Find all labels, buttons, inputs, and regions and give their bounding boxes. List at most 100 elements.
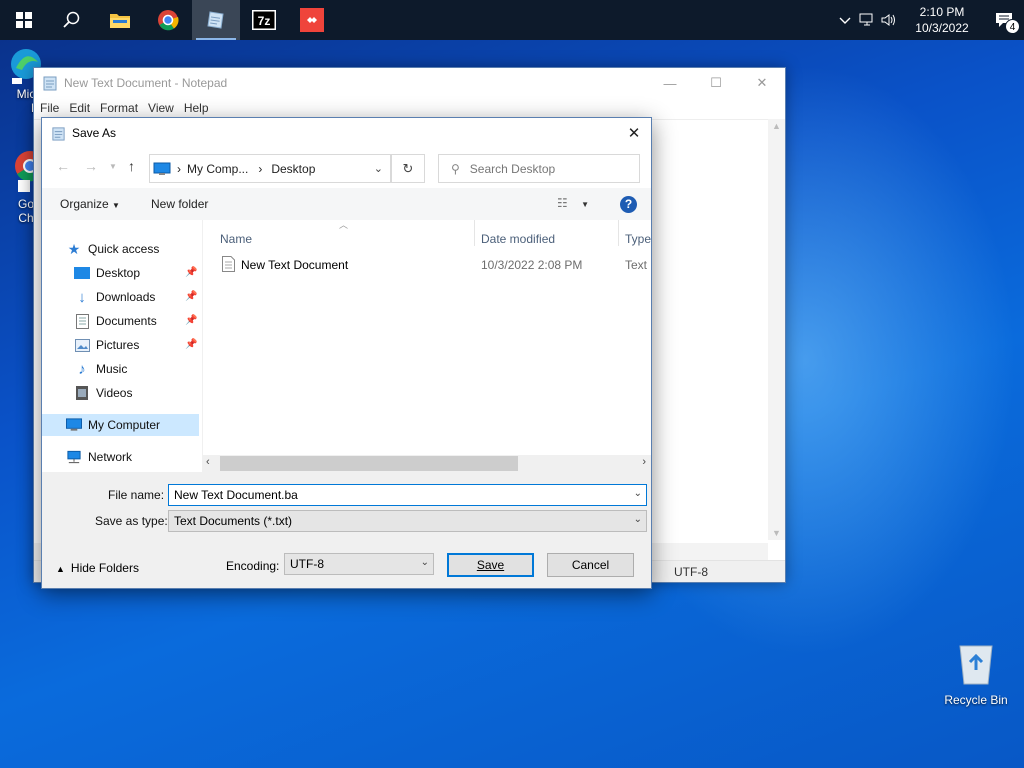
save-type-select[interactable]: Text Documents (*.txt) ⌄ [168, 510, 647, 532]
column-header-type[interactable]: Type [625, 232, 651, 246]
nav-pictures[interactable]: Pictures [74, 334, 139, 356]
notification-count: 4 [1005, 19, 1020, 34]
documents-icon [74, 313, 90, 329]
nav-downloads[interactable]: ↓ Downloads [74, 286, 155, 308]
refresh-button[interactable]: ↻ [391, 154, 425, 183]
menu-help[interactable]: Help [184, 101, 215, 115]
notepad-vertical-scrollbar[interactable]: ▲ ▼ [768, 119, 785, 540]
file-list[interactable]: ︿ Name Date modified Type New Text Docum… [203, 220, 651, 472]
close-icon: ✕ [756, 75, 768, 90]
recent-locations-button[interactable]: ▼ [109, 162, 117, 171]
scrollbar-thumb[interactable] [220, 456, 518, 471]
save-label: Save [476, 558, 505, 572]
nav-label: My Computer [88, 418, 161, 432]
forward-button[interactable]: → [84, 158, 98, 174]
nav-music[interactable]: ♪ Music [74, 358, 127, 380]
save-button[interactable]: Save [447, 553, 534, 577]
desktop-icon-recycle-bin[interactable]: Recycle Bin [940, 640, 1012, 707]
nav-documents[interactable]: Documents [74, 310, 157, 332]
start-button[interactable] [0, 0, 48, 40]
menu-view[interactable]: View [148, 101, 180, 115]
chevron-down-icon[interactable]: ⌄ [634, 488, 642, 499]
taskbar: 7z 2:10 PM 10/3/2022 4 [0, 0, 1024, 40]
up-button[interactable]: ↑ [128, 158, 135, 174]
menu-file[interactable]: File [40, 101, 65, 115]
nav-label: Pictures [96, 338, 140, 352]
show-hidden-icons-button[interactable] [834, 0, 856, 40]
column-divider[interactable] [618, 220, 619, 246]
column-divider[interactable] [474, 220, 475, 246]
pin-icon[interactable]: 📌 [185, 291, 197, 302]
pin-icon[interactable]: 📌 [185, 315, 197, 326]
organize-button[interactable]: Organize ▼ [60, 197, 120, 211]
address-row: ← → ▼ ↑ › My Comp... › Desktop ⌄ ↻ ⚲ Sea… [42, 148, 651, 188]
file-list-horizontal-scrollbar[interactable]: ‹ › [203, 455, 651, 472]
taskbar-notepad[interactable] [192, 0, 240, 40]
network-icon [66, 449, 82, 465]
speaker-icon [881, 14, 895, 26]
help-button[interactable]: ? [620, 196, 637, 213]
address-dropdown-icon[interactable]: ⌄ [374, 162, 383, 175]
taskbar-anydesk[interactable] [288, 0, 336, 40]
arrow-right-icon: → [84, 158, 98, 174]
organize-label: Organize [60, 197, 109, 211]
scroll-down-icon: ▼ [772, 528, 781, 538]
pin-icon[interactable]: 📌 [185, 339, 197, 350]
desktop-icon-label: Recycle Bin [944, 693, 1008, 707]
taskbar-file-explorer[interactable] [96, 0, 144, 40]
text-file-icon [222, 256, 235, 275]
nav-my-computer[interactable]: My Computer [42, 414, 199, 436]
maximize-button[interactable]: ☐ [693, 68, 739, 98]
volume-tray-button[interactable] [878, 0, 900, 40]
chevron-up-icon [839, 17, 851, 24]
nav-label: Documents [96, 314, 157, 328]
file-name-input[interactable]: New Text Document.ba ⌄ [168, 484, 647, 506]
hide-folders-label: Hide Folders [70, 561, 139, 575]
back-button[interactable]: ← [56, 158, 70, 174]
address-bar[interactable]: › My Comp... › Desktop ⌄ [149, 154, 391, 183]
file-name-value: New Text Document.ba [174, 488, 298, 502]
network-tray-button[interactable] [856, 0, 878, 40]
view-options-button[interactable]: ☷ ▼ [557, 196, 589, 210]
close-icon: ✕ [627, 125, 641, 142]
menu-format[interactable]: Format [100, 101, 144, 115]
taskbar-clock[interactable]: 2:10 PM 10/3/2022 [900, 4, 984, 36]
chevron-down-icon: ⌄ [633, 514, 642, 525]
taskbar-7zip[interactable]: 7z [240, 0, 288, 40]
save-as-dialog[interactable]: Save As ✕ ← → ▼ ↑ › My Comp... › Desktop… [41, 117, 652, 589]
encoding-select[interactable]: UTF-8 ⌄ [284, 553, 434, 575]
file-row[interactable]: New Text Document 10/3/2022 2:08 PM Text… [203, 254, 651, 276]
dialog-close-button[interactable]: ✕ [617, 118, 651, 148]
hide-folders-button[interactable]: ▲ Hide Folders [56, 561, 139, 575]
new-folder-button[interactable]: New folder [151, 197, 208, 211]
dialog-toolbar: Organize ▼ New folder ☷ ▼ ? [42, 188, 651, 220]
breadcrumb-separator: › [258, 161, 263, 176]
navigation-pane[interactable]: ★ Quick access Desktop 📌 ↓ Downloads 📌 D… [42, 220, 202, 472]
nav-videos[interactable]: Videos [74, 382, 132, 404]
column-header-date-modified[interactable]: Date modified [481, 232, 555, 246]
column-header-name[interactable]: Name [220, 232, 252, 246]
dropdown-icon: ▼ [581, 200, 590, 209]
nav-network[interactable]: Network [66, 446, 132, 468]
nav-desktop[interactable]: Desktop [74, 262, 140, 284]
breadcrumb-desktop[interactable]: Desktop [271, 162, 315, 176]
dialog-footer: ▲ Hide Folders Encoding: UTF-8 ⌄ Save Can… [42, 542, 651, 588]
taskbar-search-button[interactable] [48, 0, 96, 40]
search-input[interactable]: ⚲ Search Desktop [438, 154, 640, 183]
cancel-button[interactable]: Cancel [547, 553, 634, 577]
minimize-button[interactable]: — [647, 68, 693, 98]
notepad-title: New Text Document - Notepad [64, 76, 228, 90]
nav-label: Videos [96, 386, 133, 400]
nav-quick-access[interactable]: ★ Quick access [66, 238, 160, 260]
dialog-titlebar[interactable]: Save As [42, 118, 651, 148]
breadcrumb-my-computer[interactable]: My Comp... [187, 162, 248, 176]
action-center-button[interactable]: 4 [984, 0, 1024, 40]
notepad-menubar: File Edit Format View Help [34, 98, 785, 118]
pin-icon[interactable]: 📌 [185, 267, 197, 278]
taskbar-chrome[interactable] [144, 0, 192, 40]
svg-text:7z: 7z [258, 14, 271, 28]
menu-edit[interactable]: Edit [69, 101, 96, 115]
close-button[interactable]: ✕ [739, 68, 785, 98]
file-name-label: File name: [108, 488, 165, 502]
nav-label: Network [88, 450, 133, 464]
